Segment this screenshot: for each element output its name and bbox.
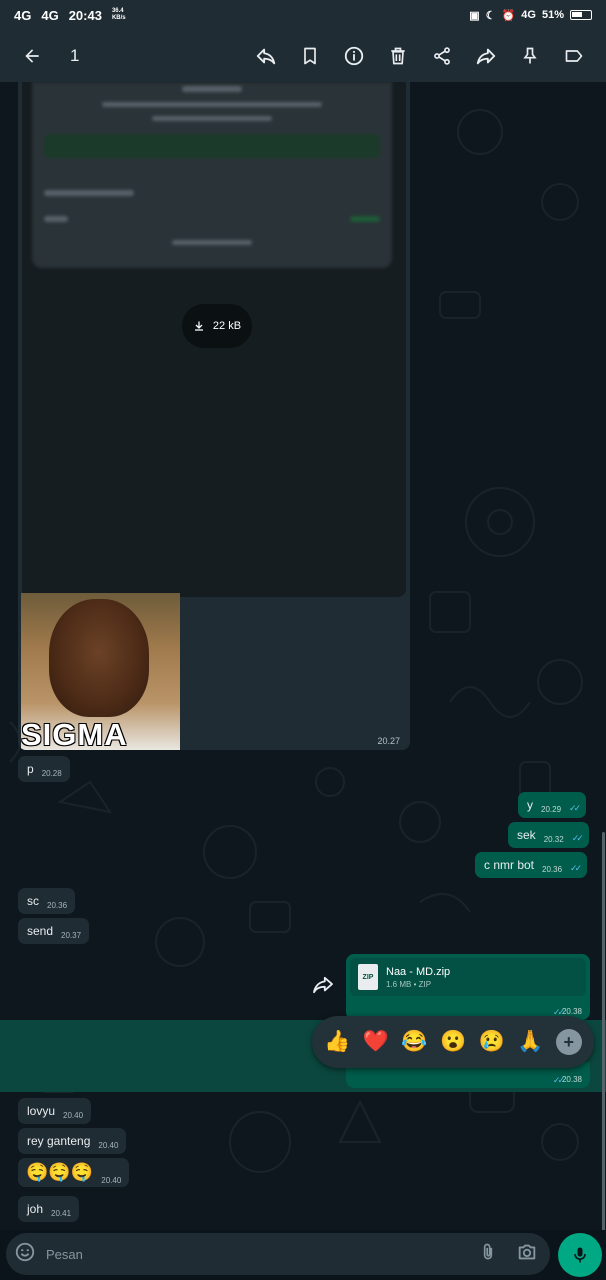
message-time: 20.27 <box>377 736 400 746</box>
message-text: joh <box>27 1202 44 1216</box>
file-name: Naa - MD.zip <box>386 965 451 978</box>
message-bubble[interactable]: p 20.28 <box>18 756 70 782</box>
message-text: 🤤🤤🤤 <box>26 1162 94 1182</box>
message-time: 20.40 <box>63 1111 84 1120</box>
message-input-bar: Pesan <box>0 1230 606 1280</box>
network-indicator-1: 4G <box>14 7 32 23</box>
message-text: rey ganteng <box>27 1134 91 1148</box>
status-bar: 4G 4G 20:43 36.4 KB/s ▣ ☾ ⏰ 4G 51% <box>0 0 606 30</box>
mic-button[interactable] <box>558 1233 602 1277</box>
blurred-image-preview[interactable]: 22 kB <box>22 82 406 597</box>
battery-icon <box>570 10 592 20</box>
message-time: 20.38 <box>561 1075 582 1084</box>
message-bubble[interactable]: rey ganteng 20.40 <box>18 1128 127 1154</box>
sigma-sticker[interactable]: SIGMA <box>21 593 180 750</box>
scrollbar[interactable] <box>602 832 605 1230</box>
read-ticks-icon: ✓✓ <box>569 803 581 813</box>
forward-icon[interactable] <box>466 36 506 76</box>
reaction-joy[interactable]: 😂 <box>401 1030 427 1054</box>
message-bubble[interactable]: y 20.29 ✓✓ <box>518 792 587 818</box>
blurred-content <box>32 82 392 268</box>
message-text: sc <box>27 894 39 908</box>
file-meta: 1.6 MB • ZIP <box>386 979 432 989</box>
label-icon[interactable] <box>554 36 594 76</box>
sticker-face <box>49 599 149 717</box>
selected-count: 1 <box>70 46 80 65</box>
delete-icon[interactable] <box>378 36 418 76</box>
message-time: 20.29 <box>541 805 562 814</box>
message-bubble[interactable]: c nmr bot 20.36 ✓✓ <box>475 852 588 878</box>
zip-file-icon: ZIP <box>358 964 378 990</box>
alarm-icon: ⏰ <box>501 9 516 22</box>
reaction-heart[interactable]: ❤️ <box>363 1030 389 1054</box>
attach-icon[interactable] <box>478 1241 498 1268</box>
message-bubble[interactable]: joh 20.41 <box>18 1196 80 1222</box>
file-message[interactable]: ZIP Naa - MD.zip 1.6 MB • ZIP ✓✓ 20.38 <box>346 954 590 1020</box>
input-placeholder[interactable]: Pesan <box>46 1247 478 1262</box>
pin-icon[interactable] <box>510 36 550 76</box>
message-text: c nmr bot <box>484 858 535 872</box>
selection-action-bar: 1 <box>0 30 606 82</box>
read-ticks-icon: ✓✓ <box>552 1075 565 1085</box>
message-bubble[interactable]: sc 20.36 <box>18 888 76 914</box>
message-time: 20.32 <box>543 835 564 844</box>
message-bubble[interactable]: send 20.37 <box>18 918 90 944</box>
message-bubble[interactable]: 🤤🤤🤤 20.40 <box>18 1158 130 1187</box>
mic-icon <box>574 1247 586 1263</box>
status-time: 20:43 <box>68 7 102 23</box>
message-bubble[interactable]: sek 20.32 ✓✓ <box>508 822 589 848</box>
reaction-surprised[interactable]: 😮 <box>440 1030 466 1054</box>
signal-label: 4G <box>521 9 536 21</box>
message-bubble[interactable]: lovyu 20.40 <box>18 1098 92 1124</box>
share-icon[interactable] <box>422 36 462 76</box>
moon-icon: ☾ <box>485 9 496 22</box>
emoji-icon[interactable] <box>14 1241 36 1268</box>
message-text: send <box>27 924 54 938</box>
nfc-icon: ▣ <box>469 9 480 22</box>
read-ticks-icon: ✓✓ <box>570 863 582 873</box>
back-arrow-icon[interactable] <box>12 36 52 76</box>
download-size: 22 kB <box>212 320 242 332</box>
reply-icon[interactable] <box>246 36 286 76</box>
message-time: 20.36 <box>542 865 563 874</box>
info-icon[interactable] <box>334 36 374 76</box>
chat-area[interactable]: 22 kB SIGMA 20.27 p 20.28 y 20.29 ✓✓ sek… <box>0 82 606 1230</box>
reaction-pray[interactable]: 🙏 <box>517 1030 543 1054</box>
read-ticks-icon: ✓✓ <box>571 833 584 843</box>
bookmark-icon[interactable] <box>290 36 330 76</box>
message-text: p <box>27 762 34 776</box>
message-time: 20.37 <box>61 931 82 940</box>
message-time: 20.41 <box>51 1209 72 1218</box>
camera-icon[interactable] <box>516 1241 538 1268</box>
message-text: y <box>527 798 533 812</box>
file-attachment[interactable]: ZIP Naa - MD.zip 1.6 MB • ZIP <box>350 958 586 996</box>
message-text: sek <box>517 828 536 842</box>
message-time: 20.36 <box>47 901 68 910</box>
reaction-thumbs-up[interactable]: 👍 <box>324 1030 350 1054</box>
message-time: 20.38 <box>561 1007 582 1016</box>
message-time: 20.40 <box>101 1176 122 1185</box>
image-message[interactable]: 22 kB SIGMA 20.27 <box>18 82 410 750</box>
battery-percent: 51% <box>541 9 564 21</box>
download-icon <box>194 321 203 331</box>
network-speed: 36.4 KB/s <box>111 8 126 21</box>
download-button[interactable]: 22 kB <box>182 304 252 348</box>
more-reactions-button[interactable]: + <box>555 1029 582 1055</box>
forward-shortcut-icon[interactable] <box>312 976 334 999</box>
message-text: lovyu <box>27 1104 56 1118</box>
message-input[interactable]: Pesan <box>6 1233 550 1275</box>
sticker-text: SIGMA <box>21 717 128 750</box>
network-indicator-2: 4G <box>41 7 59 23</box>
reaction-crying[interactable]: 😢 <box>479 1030 505 1054</box>
message-time: 20.28 <box>41 769 62 778</box>
reaction-picker: 👍 ❤️ 😂 😮 😢 🙏 + <box>312 1016 594 1068</box>
message-time: 20.40 <box>98 1141 119 1150</box>
